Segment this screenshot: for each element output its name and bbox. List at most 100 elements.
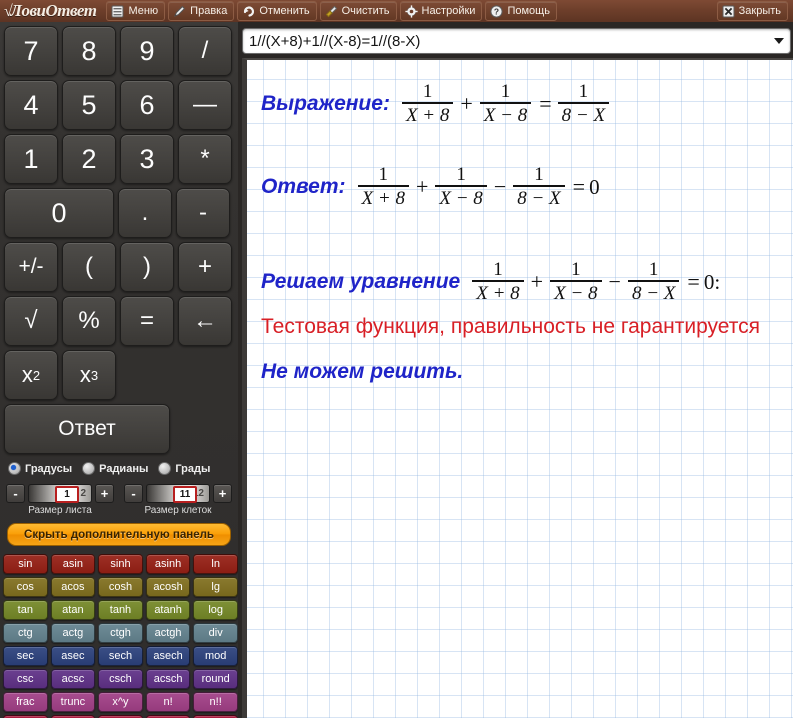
function-button-div[interactable]: div <box>193 623 238 643</box>
function-button-tanh[interactable]: tanh <box>98 600 143 620</box>
application-window: √ ЛовиОтвет Меню Правка Отменить Очистит… <box>0 0 793 718</box>
key-equals[interactable]: = <box>120 296 174 346</box>
key-percent[interactable]: % <box>62 296 116 346</box>
function-button-asin[interactable]: asin <box>50 554 96 574</box>
key-sqrt[interactable]: √ <box>4 296 58 346</box>
function-button-actgh[interactable]: actgh <box>145 623 191 643</box>
function-button-asinh[interactable]: asinh <box>145 554 191 574</box>
function-button-ctg[interactable]: ctg <box>3 623 48 643</box>
key-8[interactable]: 8 <box>62 26 116 76</box>
function-button-csc[interactable]: csc <box>3 669 48 689</box>
key-paren-open[interactable]: ( <box>62 242 116 292</box>
key-cube[interactable]: x3 <box>62 350 116 400</box>
close-icon <box>722 5 735 18</box>
function-button-acosh[interactable]: acosh <box>145 577 191 597</box>
expression-input[interactable]: 1//(X+8)+1//(X-8)=1//(8-X) <box>243 33 768 50</box>
function-button-lg[interactable]: lg <box>193 577 238 597</box>
function-button-sin[interactable]: sin <box>3 554 48 574</box>
equals-symbol: = <box>687 269 700 294</box>
expression-label: Выражение: <box>261 92 390 115</box>
key-divide[interactable]: / <box>178 26 232 76</box>
key-answer[interactable]: Ответ <box>4 404 170 454</box>
function-button-cos[interactable]: cos <box>3 577 48 597</box>
result-text: Не можем решить. <box>261 360 464 383</box>
function-button-acsc[interactable]: acsc <box>50 669 96 689</box>
function-button-sec[interactable]: sec <box>3 646 48 666</box>
toolbar-button-edit[interactable]: Правка <box>168 1 235 21</box>
function-button-xy[interactable]: x^y <box>98 692 143 712</box>
function-button-acos[interactable]: acos <box>50 577 96 597</box>
toolbar-button-undo[interactable]: Отменить <box>237 1 317 21</box>
angle-mode-option-2[interactable]: Грады <box>158 462 210 475</box>
fraction-bar <box>550 280 602 282</box>
function-button-acsch[interactable]: acsch <box>145 669 191 689</box>
function-button-ln[interactable]: ln <box>193 554 238 574</box>
key-5[interactable]: 5 <box>62 80 116 130</box>
function-button-atan[interactable]: atan <box>50 600 96 620</box>
fraction-bar <box>513 185 565 187</box>
function-button-tan[interactable]: tan <box>3 600 48 620</box>
key-9[interactable]: 9 <box>120 26 174 76</box>
angle-mode-option-0[interactable]: Градусы <box>8 462 72 475</box>
toolbar-button-menu[interactable]: Меню <box>106 1 166 21</box>
radio-icon[interactable] <box>82 462 96 475</box>
function-button-log[interactable]: log <box>193 600 238 620</box>
function-button-sinh[interactable]: sinh <box>98 554 143 574</box>
spinner-track-cell-size[interactable]: 11 12 <box>146 484 210 503</box>
key-7[interactable]: 7 <box>4 26 58 76</box>
function-button-cosh[interactable]: cosh <box>98 577 143 597</box>
function-button-asech[interactable]: asech <box>145 646 191 666</box>
toolbar-button-settings[interactable]: Настройки <box>399 1 483 21</box>
worksheet-result: Не можем решить. <box>261 360 463 384</box>
function-row-2: tan atan tanh atanh log <box>3 600 238 620</box>
spinner-decrement-cell-size[interactable]: - <box>124 484 143 503</box>
fraction-2: 1 X − 8 <box>435 165 487 209</box>
spinner-track-sheet-size[interactable]: 12 <box>28 484 92 503</box>
function-button-asec[interactable]: asec <box>50 646 96 666</box>
key-multiply[interactable]: * <box>178 134 232 184</box>
radio-icon[interactable] <box>158 462 172 475</box>
function-button-mod[interactable]: mod <box>193 646 238 666</box>
key-paren-close[interactable]: ) <box>120 242 174 292</box>
spinner-label-sheet-size: Размер листа <box>28 505 92 516</box>
function-button-frac[interactable]: frac <box>3 692 48 712</box>
key-2[interactable]: 2 <box>62 134 116 184</box>
spinner-increment-cell-size[interactable]: + <box>213 484 232 503</box>
key-6[interactable]: 6 <box>120 80 174 130</box>
radio-icon[interactable] <box>8 462 21 475</box>
hide-extra-panel-button[interactable]: Скрыть дополнительную панель <box>7 523 231 546</box>
key-1[interactable]: 1 <box>4 134 58 184</box>
expression-input-bar[interactable]: 1//(X+8)+1//(X-8)=1//(8-X) <box>242 28 791 54</box>
toolbar-button-clear[interactable]: Очистить <box>319 1 397 21</box>
function-button-csch[interactable]: csch <box>98 669 143 689</box>
function-button-n[interactable]: n!! <box>193 692 238 712</box>
function-button-sech[interactable]: sech <box>98 646 143 666</box>
function-button-trunc[interactable]: trunc <box>50 692 96 712</box>
function-row-4: sec asec sech asech mod <box>3 646 238 666</box>
key-decimal[interactable]: . <box>118 188 172 238</box>
spinner-increment-sheet-size[interactable]: + <box>95 484 114 503</box>
function-button-round[interactable]: round <box>193 669 238 689</box>
key-plus[interactable]: + <box>178 242 232 292</box>
close-button[interactable]: Закрыть <box>716 1 788 21</box>
chevron-down-icon[interactable] <box>768 30 790 52</box>
key-square[interactable]: x2 <box>4 350 58 400</box>
spinner-decrement-sheet-size[interactable]: - <box>6 484 25 503</box>
toolbar-button-help[interactable]: ? Помощь <box>485 1 557 21</box>
key-sign[interactable]: +/- <box>4 242 58 292</box>
key-4[interactable]: 4 <box>4 80 58 130</box>
key-backspace[interactable]: ← <box>178 296 232 346</box>
app-logo-text: ЛовиОтвет <box>10 1 97 20</box>
key-3[interactable]: 3 <box>120 134 174 184</box>
key-0[interactable]: 0 <box>4 188 114 238</box>
app-logo: √ ЛовиОтвет <box>4 1 97 21</box>
function-button-ctgh[interactable]: ctgh <box>98 623 143 643</box>
function-button-atanh[interactable]: atanh <box>145 600 191 620</box>
angle-mode-option-1[interactable]: Радианы <box>82 462 148 475</box>
key-minus-long[interactable]: — <box>178 80 232 130</box>
function-button-n[interactable]: n! <box>145 692 191 712</box>
function-button-actg[interactable]: actg <box>50 623 96 643</box>
list-icon <box>111 5 124 18</box>
fraction-bar <box>627 280 680 282</box>
key-minus[interactable]: - <box>176 188 230 238</box>
